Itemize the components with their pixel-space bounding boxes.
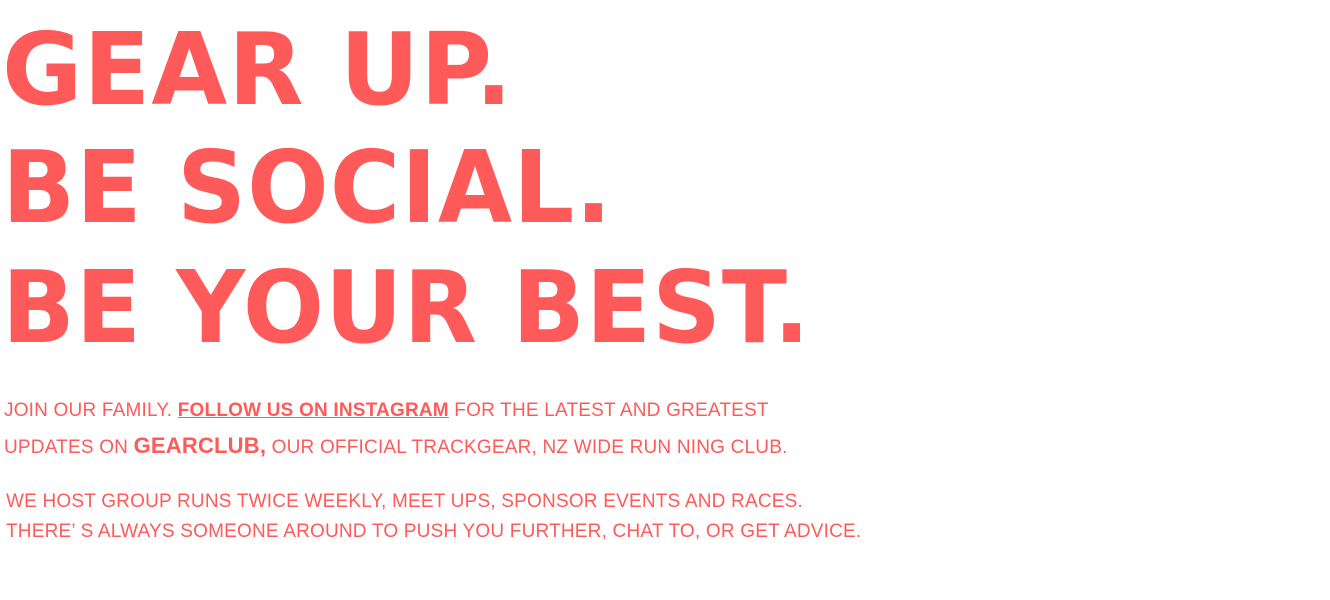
intro-line2-prefix: UPDATES ON <box>4 437 134 458</box>
details-line1: WE HOST GROUP RUNS TWICE WEEKLY, MEET UP… <box>6 491 803 512</box>
intro-line2-suffix: OUR OFFICIAL TRACKGEAR, NZ WIDE RUN NING… <box>266 437 788 458</box>
details-line2: THERE’ S ALWAYS SOMEONE AROUND TO PUSH Y… <box>6 521 862 542</box>
headline-be-social: BE SOCIAL. <box>2 129 613 246</box>
headline-gear-up: GEAR UP. <box>2 11 514 128</box>
intro-prefix: JOIN OUR FAMILY. <box>4 400 178 421</box>
details-paragraph: WE HOST GROUP RUNS TWICE WEEKLY, MEET UP… <box>6 487 861 547</box>
headline-be-your-best: BE YOUR BEST. <box>2 249 811 366</box>
gearclub-brand: GEARCLUB, <box>133 433 267 458</box>
page: GEAR UP. BE SOCIAL. BE YOUR BEST. JOIN O… <box>0 0 1330 600</box>
intro-after-link: FOR THE LATEST AND GREATEST <box>448 400 769 421</box>
intro-paragraph: JOIN OUR FAMILY. FOLLOW US ON INSTAGRAM … <box>4 393 788 465</box>
instagram-link[interactable]: FOLLOW US ON INSTAGRAM <box>178 400 449 421</box>
